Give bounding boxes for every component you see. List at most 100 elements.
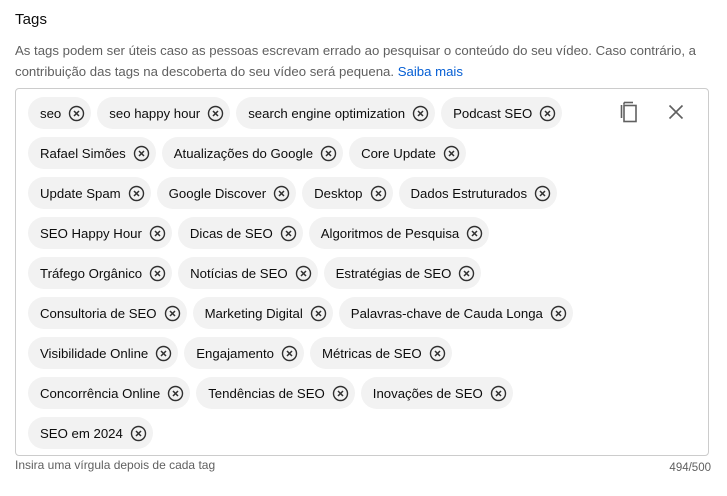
tag-chip-label: Google Discover (168, 185, 267, 201)
tag-chip-label: Inovações de SEO (372, 385, 483, 401)
tag-chip-label: Core Update (361, 145, 436, 161)
tag-chip[interactable]: Estratégias de SEO (323, 257, 482, 289)
remove-tag-icon[interactable] (295, 265, 312, 282)
tags-description: As tags podem ser úteis caso as pessoas … (15, 40, 705, 82)
tag-chip[interactable]: seo happy hour (97, 97, 231, 129)
tag-chip-label: Dicas de SEO (189, 225, 273, 241)
tag-chip[interactable]: Engajamento (184, 337, 304, 369)
tag-chip-label: Podcast SEO (453, 105, 533, 121)
tags-section-title: Tags (15, 11, 48, 28)
tag-chip[interactable]: SEO em 2024 (28, 417, 153, 449)
remove-tag-icon[interactable] (167, 385, 184, 402)
tag-chip[interactable]: SEO Happy Hour (28, 217, 172, 249)
remove-tag-icon[interactable] (412, 105, 429, 122)
tag-chip-label: Estratégias de SEO (335, 265, 452, 281)
character-counter: 494/500 (669, 462, 711, 474)
tag-chip[interactable]: seo (28, 97, 92, 129)
tag-chip[interactable]: Core Update (349, 137, 466, 169)
tag-row: Consultoria de SEO Marketing Digital Palav… (28, 297, 608, 329)
tag-chip[interactable]: Tráfego Orgânico (28, 257, 173, 289)
tag-row: seo seo happy hour search engine optimizat… (28, 97, 608, 129)
tag-row: Tráfego Orgânico Notícias de SEO Estratégi… (28, 257, 608, 289)
tag-chip-label: Tendências de SEO (208, 385, 325, 401)
tag-chip[interactable]: Marketing Digital (192, 297, 333, 329)
remove-tag-icon[interactable] (130, 425, 147, 442)
remove-tag-icon[interactable] (128, 185, 145, 202)
tags-hint: Insira uma vírgula depois de cada tag (15, 458, 216, 472)
copy-tags-button[interactable] (616, 100, 644, 128)
remove-tag-icon[interactable] (68, 105, 85, 122)
copy-icon (620, 101, 640, 128)
tag-chip-label: Tráfego Orgânico (40, 265, 143, 281)
clear-tags-button[interactable] (662, 100, 690, 128)
remove-tag-icon[interactable] (149, 265, 166, 282)
remove-tag-icon[interactable] (332, 385, 349, 402)
remove-tag-icon[interactable] (207, 105, 224, 122)
remove-tag-icon[interactable] (273, 185, 290, 202)
remove-tag-icon[interactable] (310, 305, 327, 322)
tag-chip[interactable]: Podcast SEO (441, 97, 563, 129)
tag-row: SEO em 2024 (28, 417, 608, 449)
tag-row: SEO Happy Hour Dicas de SEO Algoritmos de … (28, 217, 608, 249)
tag-chip-list: seo seo happy hour search engine optimizat… (28, 97, 608, 457)
remove-tag-icon[interactable] (280, 225, 297, 242)
tag-chip[interactable]: Métricas de SEO (309, 337, 452, 369)
remove-tag-icon[interactable] (155, 345, 172, 362)
tag-row: Visibilidade Online Engajamento Métricas d… (28, 337, 608, 369)
tag-chip-label: Engajamento (196, 345, 274, 361)
tag-chip-label: SEO Happy Hour (40, 225, 142, 241)
tag-chip[interactable]: Inovações de SEO (360, 377, 513, 409)
tag-chip-label: Dados Estruturados (410, 185, 528, 201)
close-icon (668, 104, 684, 125)
tag-chip-label: Concorrência Online (40, 385, 161, 401)
tag-chip-label: search engine optimization (248, 105, 406, 121)
remove-tag-icon[interactable] (164, 305, 181, 322)
remove-tag-icon[interactable] (550, 305, 567, 322)
remove-tag-icon[interactable] (149, 225, 166, 242)
tag-chip-label: SEO em 2024 (40, 425, 123, 441)
tag-chip[interactable]: Visibilidade Online (28, 337, 179, 369)
tag-chip[interactable]: Notícias de SEO (178, 257, 318, 289)
tag-chip-label: seo (40, 105, 62, 121)
learn-more-link[interactable]: Saiba mais (398, 64, 463, 79)
tag-chip[interactable]: Tendências de SEO (196, 377, 355, 409)
tag-chip[interactable]: Rafael Simões (28, 137, 156, 169)
remove-tag-icon[interactable] (429, 345, 446, 362)
remove-tag-icon[interactable] (458, 265, 475, 282)
tag-chip-label: Algoritmos de Pesquisa (320, 225, 460, 241)
tag-chip[interactable]: Dados Estruturados (398, 177, 558, 209)
tag-chip[interactable]: Algoritmos de Pesquisa (308, 217, 490, 249)
tag-row: Concorrência Online Tendências de SEO Inov… (28, 377, 608, 409)
tag-chip-label: Palavras-chave de Cauda Longa (350, 305, 543, 321)
tag-chip[interactable]: Atualizações do Google (161, 137, 344, 169)
remove-tag-icon[interactable] (133, 145, 150, 162)
tag-chip-label: Desktop (314, 185, 363, 201)
tags-input-box[interactable]: seo seo happy hour search engine optimizat… (15, 88, 709, 456)
remove-tag-icon[interactable] (443, 145, 460, 162)
tag-chip-label: Consultoria de SEO (40, 305, 157, 321)
tag-chip-label: Notícias de SEO (190, 265, 288, 281)
tag-chip[interactable]: Dicas de SEO (177, 217, 303, 249)
remove-tag-icon[interactable] (466, 225, 483, 242)
tag-chip-label: Atualizações do Google (173, 145, 314, 161)
remove-tag-icon[interactable] (370, 185, 387, 202)
tag-chip-label: Métricas de SEO (321, 345, 422, 361)
tags-description-text: As tags podem ser úteis caso as pessoas … (15, 43, 697, 79)
remove-tag-icon[interactable] (534, 185, 551, 202)
tag-row: Rafael Simões Atualizações do Google Core … (28, 137, 608, 169)
tag-chip[interactable]: Palavras-chave de Cauda Longa (338, 297, 573, 329)
tag-chip-label: Marketing Digital (204, 305, 303, 321)
tag-chip[interactable]: Google Discover (156, 177, 297, 209)
remove-tag-icon[interactable] (539, 105, 556, 122)
remove-tag-icon[interactable] (320, 145, 337, 162)
remove-tag-icon[interactable] (490, 385, 507, 402)
tag-chip-label: Update Spam (40, 185, 121, 201)
tag-chip-label: Rafael Simões (40, 145, 126, 161)
tag-chip[interactable]: Desktop (302, 177, 393, 209)
tag-chip[interactable]: Consultoria de SEO (28, 297, 187, 329)
remove-tag-icon[interactable] (281, 345, 298, 362)
tag-chip[interactable]: search engine optimization (236, 97, 436, 129)
tag-chip[interactable]: Concorrência Online (28, 377, 191, 409)
tag-chip[interactable]: Update Spam (28, 177, 151, 209)
tag-chip-label: seo happy hour (109, 105, 201, 121)
